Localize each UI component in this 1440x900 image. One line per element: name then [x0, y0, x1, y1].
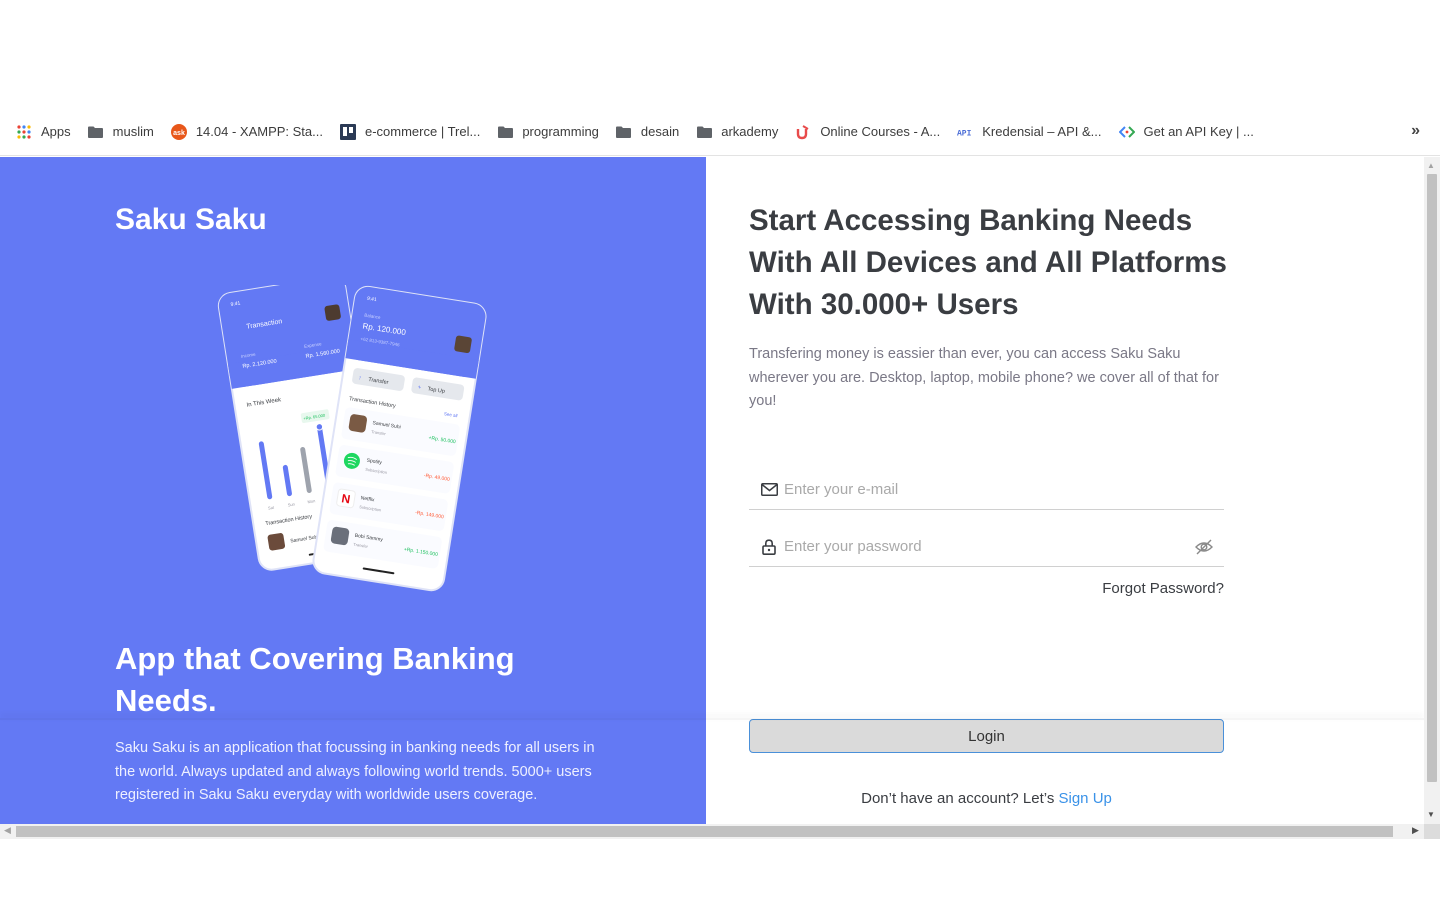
browser-toolbar — [0, 0, 1440, 108]
password-field — [749, 527, 1224, 567]
page-viewport: Saku Saku 9:41 Transaction Income Rp. 2.… — [0, 157, 1424, 824]
bookmark-label: desain — [640, 124, 680, 139]
vertical-scrollbar[interactable]: ▲ ▼ — [1424, 157, 1440, 824]
hero-panel: Saku Saku 9:41 Transaction Income Rp. 2.… — [0, 157, 706, 824]
bookmarks-overflow-button[interactable]: » — [1411, 122, 1420, 140]
bookmark-arkademy[interactable]: arkademy — [696, 124, 778, 140]
bookmark-label: Get an API Key | ... — [1143, 124, 1254, 139]
vertical-scroll-thumb[interactable] — [1427, 174, 1437, 782]
bookmark-programming[interactable]: programming — [497, 124, 599, 140]
bookmark-label: e-commerce | Trel... — [364, 124, 481, 139]
avatar — [330, 526, 350, 546]
ask-icon: ask — [170, 123, 187, 140]
forgot-password-link[interactable]: Forgot Password? — [1102, 580, 1224, 597]
bar-highlight-dot — [315, 423, 324, 431]
bookmark-label: Kredensial – API &... — [982, 124, 1102, 139]
login-panel: Start Accessing Banking Needs With All D… — [706, 157, 1424, 824]
folder-icon — [88, 124, 104, 140]
hero-description: Saku Saku is an application that focussi… — [115, 740, 595, 803]
signup-prompt-text: Don’t have an account? Let’s — [861, 790, 1055, 807]
trello-icon — [339, 123, 356, 140]
scroll-right-arrow-icon[interactable]: ▶ — [1412, 825, 1419, 836]
fold-divider — [0, 718, 1424, 720]
bookmark-udemy[interactable]: Online Courses - A... — [795, 124, 940, 140]
udemy-icon — [795, 124, 811, 140]
phone-mockup-illustration: 9:41 Transaction Income Rp. 2.120.000 Ex… — [217, 285, 487, 592]
horizontal-scroll-thumb[interactable] — [16, 826, 1393, 837]
hero-heading: App that Covering Banking Needs. — [115, 641, 515, 718]
svg-text:API: API — [957, 129, 972, 137]
bookmark-label: programming — [522, 124, 599, 139]
bookmark-kredensial[interactable]: API Kredensial – API &... — [957, 124, 1101, 140]
bookmark-label: muslim — [112, 124, 154, 139]
bookmark-trello[interactable]: e-commerce | Trel... — [339, 123, 481, 140]
avatar — [348, 414, 368, 433]
folder-icon — [497, 124, 513, 140]
folder-icon — [696, 124, 712, 140]
bookmark-apps[interactable]: Apps — [16, 124, 71, 140]
bookmark-label: Apps — [41, 124, 71, 139]
scroll-up-arrow-icon[interactable]: ▲ — [1427, 161, 1435, 170]
apps-grid-icon — [16, 124, 32, 140]
bookmark-label: 14.04 - XAMPP: Sta... — [195, 124, 323, 139]
login-button[interactable]: Login — [749, 719, 1224, 753]
horizontal-scrollbar[interactable]: ◀ ▶ — [0, 824, 1424, 839]
login-heading: Start Accessing Banking Needs With All D… — [749, 204, 1227, 321]
scroll-down-arrow-icon[interactable]: ▼ — [1427, 810, 1435, 819]
email-field — [749, 470, 1224, 510]
bookmarks-bar: Apps muslim ask 14.04 - XAMPP: Sta... e-… — [0, 108, 1440, 156]
api-icon: API — [957, 124, 973, 140]
bookmark-muslim[interactable]: muslim — [88, 124, 154, 140]
mail-icon — [760, 481, 778, 499]
svg-text:ask: ask — [173, 130, 185, 137]
bookmark-desain[interactable]: desain — [616, 124, 679, 140]
lock-icon — [760, 538, 778, 556]
email-input[interactable] — [782, 480, 1224, 499]
scroll-left-arrow-icon[interactable]: ◀ — [4, 825, 11, 836]
signup-prompt: Don’t have an account? Let’s Sign Up — [749, 790, 1224, 807]
brand-logo: Saku Saku — [115, 203, 267, 236]
bookmark-xampp[interactable]: ask 14.04 - XAMPP: Sta... — [170, 123, 323, 140]
login-description: Transfering money is eassier than ever, … — [749, 346, 1219, 409]
bookmark-label: arkademy — [721, 124, 779, 139]
bookmark-api-key[interactable]: Get an API Key | ... — [1118, 124, 1254, 140]
password-input[interactable] — [782, 537, 1194, 556]
folder-icon — [616, 124, 632, 140]
scrollbar-corner — [1424, 824, 1440, 839]
bookmark-label: Online Courses - A... — [820, 124, 941, 139]
eye-off-icon[interactable] — [1194, 537, 1214, 557]
google-dev-icon — [1118, 124, 1135, 140]
signup-link[interactable]: Sign Up — [1059, 790, 1112, 807]
